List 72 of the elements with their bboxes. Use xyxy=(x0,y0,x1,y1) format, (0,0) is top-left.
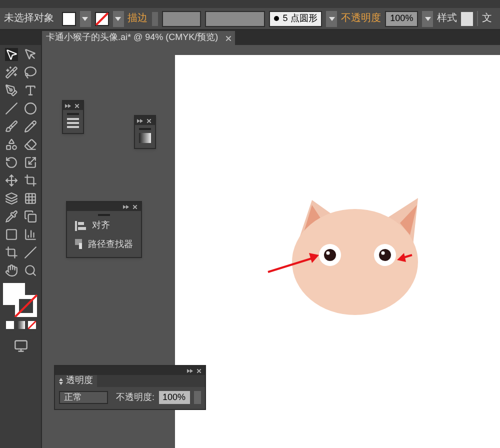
stroke-dropdown-button[interactable] xyxy=(112,10,124,26)
caret-icon xyxy=(115,16,122,20)
caret-icon xyxy=(328,16,335,20)
fill-dropdown-button[interactable] xyxy=(80,10,91,26)
style-swatch[interactable] xyxy=(461,12,474,26)
pen-tool-icon[interactable] xyxy=(4,84,18,97)
caret-icon xyxy=(424,16,431,20)
arrow xyxy=(268,253,319,273)
caret-icon xyxy=(82,16,88,20)
panel-header[interactable] xyxy=(135,116,155,125)
opacity-field[interactable]: 100% xyxy=(385,10,418,26)
brush-dropdown-button[interactable] xyxy=(326,10,338,26)
selection-tool-icon[interactable] xyxy=(4,48,18,61)
lasso-icon[interactable] xyxy=(24,66,36,79)
ellipse-tool-icon[interactable] xyxy=(24,102,36,115)
up-down-icon[interactable] xyxy=(59,378,63,384)
align-icon xyxy=(75,220,86,231)
close-icon[interactable] xyxy=(226,36,232,40)
document-setup-button[interactable]: 文 xyxy=(477,11,496,26)
menu-lines-icon[interactable] xyxy=(67,118,79,128)
close-icon[interactable] xyxy=(75,104,79,108)
stroke-weight-field[interactable] xyxy=(162,10,202,26)
scale-icon[interactable] xyxy=(24,156,36,169)
none-mode-swatch[interactable] xyxy=(28,321,36,329)
color-mode-swatch[interactable] xyxy=(6,321,14,329)
type-tool-icon[interactable] xyxy=(24,84,36,97)
opacity-value: 100% xyxy=(390,12,414,25)
arrow xyxy=(397,253,412,262)
collapse-icon[interactable] xyxy=(137,118,143,122)
eraser-icon[interactable] xyxy=(24,138,36,151)
stroke-label[interactable]: 描边 xyxy=(128,11,148,26)
brush-dropdown[interactable]: 5 点圆形 xyxy=(268,10,322,26)
shape-builder-icon[interactable] xyxy=(4,138,18,151)
screen-mode-icon[interactable] xyxy=(14,339,28,353)
variable-width-dropdown[interactable] xyxy=(205,10,265,26)
close-icon[interactable] xyxy=(197,368,201,372)
panel-item[interactable]: 对齐 xyxy=(92,219,110,232)
mesh-icon[interactable] xyxy=(24,192,36,205)
hand-icon[interactable] xyxy=(4,264,18,277)
collapse-icon[interactable] xyxy=(65,104,71,108)
fill-swatch[interactable] xyxy=(62,12,76,26)
graph-icon[interactable] xyxy=(24,228,36,241)
gradient-mode-swatch[interactable] xyxy=(16,321,24,329)
stroke-none-swatch[interactable] xyxy=(94,12,109,26)
eyedropper-icon[interactable] xyxy=(4,210,18,223)
close-icon[interactable] xyxy=(133,204,137,208)
magic-wand-icon[interactable] xyxy=(4,66,18,79)
panel-item[interactable]: 路径查找器 xyxy=(88,238,133,251)
opacity-label: 不透明度: xyxy=(116,391,155,404)
collapse-icon[interactable] xyxy=(187,368,193,372)
rotate-icon[interactable] xyxy=(4,156,18,169)
opacity-label[interactable]: 不透明度 xyxy=(341,11,382,26)
direct-selection-tool-icon[interactable] xyxy=(24,48,36,61)
collapse-icon[interactable] xyxy=(123,204,129,208)
opacity-dropdown-button[interactable] xyxy=(422,10,434,26)
close-icon[interactable] xyxy=(147,118,151,122)
line-tool-icon[interactable] xyxy=(4,102,18,115)
panel-header[interactable] xyxy=(63,101,83,110)
gradient-icon[interactable] xyxy=(139,133,151,143)
opacity-field[interactable]: 100% xyxy=(158,391,190,404)
brush-icon[interactable] xyxy=(4,120,18,133)
pencil-icon[interactable] xyxy=(24,120,36,133)
style-label: 样式 xyxy=(437,12,458,26)
opacity-value: 100% xyxy=(162,391,186,404)
pathfinder-icon xyxy=(75,239,82,250)
blend-mode-value: 正常 xyxy=(64,391,82,404)
blend-mode-dropdown[interactable]: 正常 xyxy=(59,391,108,404)
panel-header[interactable] xyxy=(67,202,141,211)
fill-stroke-swatches[interactable] xyxy=(2,283,38,317)
selection-label: 未选择对象 xyxy=(4,12,54,26)
brush-text: 5 点圆形 xyxy=(282,12,318,25)
zoom-icon[interactable] xyxy=(24,264,36,277)
